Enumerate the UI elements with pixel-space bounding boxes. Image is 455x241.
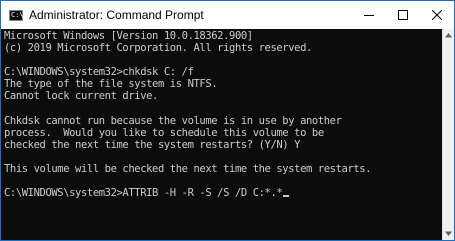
scroll-up-button[interactable]: [443, 30, 454, 41]
console-line: C:\WINDOWS\system32>chkdsk C: /f: [4, 66, 194, 79]
console-line: checked the next time the system restart…: [4, 138, 301, 151]
minimize-button[interactable]: [352, 1, 386, 29]
console-prompt-line[interactable]: C:\WINDOWS\system32>ATTRIB -H -R -S /S /…: [4, 187, 442, 199]
command-prompt-icon: C:\: [9, 9, 24, 21]
window-title: Administrator: Command Prompt: [29, 8, 204, 22]
console-line: This volume will be checked the next tim…: [4, 163, 372, 176]
console-line: Microsoft Windows [Version 10.0.18362.90…: [4, 30, 253, 42]
console-line: process. Would you like to schedule this…: [4, 126, 324, 139]
scroll-up-arrow-icon: [445, 33, 452, 38]
minimize-icon: [364, 15, 374, 16]
text-cursor: [283, 195, 290, 198]
vertical-scrollbar[interactable]: [442, 29, 454, 240]
console-line: Cannot lock current drive.: [4, 90, 158, 103]
command-prompt-window: C:\ Administrator: Command Prompt Micros…: [0, 0, 455, 241]
command-input-text[interactable]: C:\WINDOWS\system32>ATTRIB -H -R -S /S /…: [4, 187, 283, 199]
close-icon: [432, 10, 442, 20]
scroll-down-button[interactable]: [443, 228, 454, 239]
title-bar[interactable]: C:\ Administrator: Command Prompt: [1, 1, 454, 29]
console-line: Chkdsk cannot run because the volume is …: [4, 114, 342, 127]
console-line: (c) 2019 Microsoft Corporation. All righ…: [4, 42, 312, 55]
console-output[interactable]: Microsoft Windows [Version 10.0.18362.90…: [1, 29, 442, 240]
scroll-track[interactable]: [443, 42, 454, 227]
scroll-down-arrow-icon: [445, 231, 452, 236]
console-line: The type of the file system is NTFS.: [4, 78, 218, 91]
close-button[interactable]: [420, 1, 454, 29]
maximize-button[interactable]: [386, 1, 420, 29]
maximize-icon: [398, 10, 408, 20]
